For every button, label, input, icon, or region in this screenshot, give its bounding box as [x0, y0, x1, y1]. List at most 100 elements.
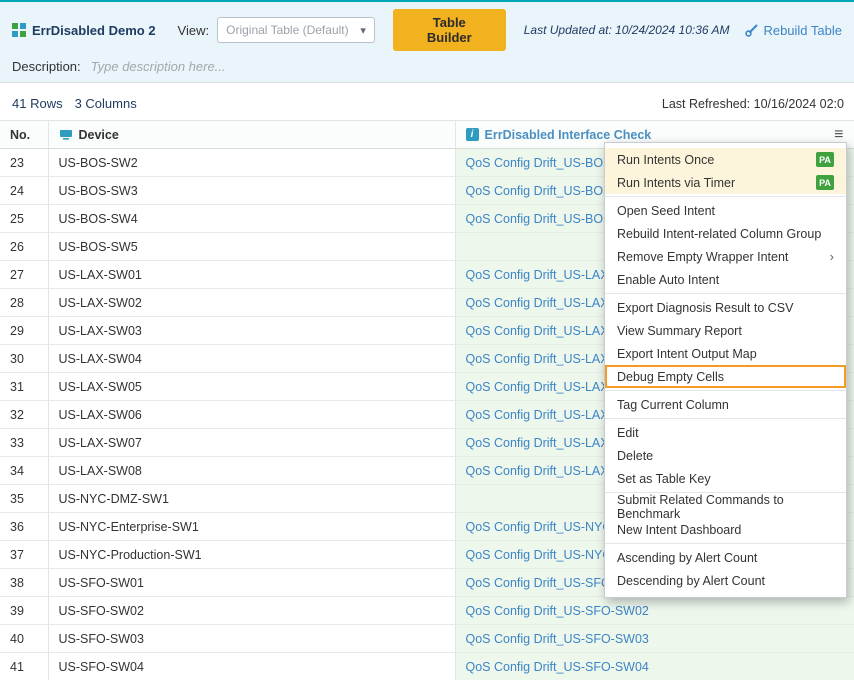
- device-cell: US-NYC-Production-SW1: [48, 541, 455, 569]
- device-cell: US-NYC-Enterprise-SW1: [48, 513, 455, 541]
- menu-item[interactable]: Export Intent Output Map: [605, 342, 846, 365]
- table-row[interactable]: 41US-SFO-SW04 QoS Config Drift_US-SFO-SW0…: [0, 653, 854, 680]
- column-menu-icon[interactable]: ≡: [834, 127, 843, 143]
- last-updated-text: Last Updated at: 10/24/2024 10:36 AM: [524, 23, 730, 37]
- menu-item[interactable]: View Summary Report: [605, 319, 846, 342]
- device-cell: US-SFO-SW04: [48, 653, 455, 680]
- check-cell: QoS Config Drift_US-SFO-SW04: [455, 653, 854, 680]
- row-number-cell: 35: [0, 485, 48, 513]
- table-icon: [12, 23, 26, 37]
- menu-item-label: View Summary Report: [617, 324, 742, 338]
- row-number-cell: 30: [0, 345, 48, 373]
- table-builder-button[interactable]: Table Builder: [393, 9, 506, 51]
- row-number-cell: 38: [0, 569, 48, 597]
- check-header-label: ErrDisabled Interface Check: [485, 128, 652, 142]
- view-select-dropdown[interactable]: Original Table (Default) ▾: [217, 17, 375, 43]
- row-number-cell: 31: [0, 373, 48, 401]
- device-cell: US-LAX-SW03: [48, 317, 455, 345]
- menu-item[interactable]: Ascending by Alert Count: [605, 546, 846, 569]
- intent-link[interactable]: QoS Config Drift_US-SFO-SW04: [466, 660, 649, 674]
- device-cell: US-BOS-SW4: [48, 205, 455, 233]
- device-cell: US-LAX-SW05: [48, 373, 455, 401]
- menu-group: Tag Current Column: [605, 391, 846, 419]
- menu-item[interactable]: Edit: [605, 421, 846, 444]
- table-row[interactable]: 39US-SFO-SW02QoS Config Drift_US-SFO-SW0…: [0, 597, 854, 625]
- title-wrap: ErrDisabled Demo 2: [12, 23, 156, 38]
- column-header-no[interactable]: No.: [0, 121, 48, 149]
- menu-item[interactable]: Descending by Alert Count: [605, 569, 846, 592]
- device-cell: US-SFO-SW01: [48, 569, 455, 597]
- rebuild-table-link: Rebuild Table: [763, 23, 842, 38]
- check-cell: QoS Config Drift_US-SFO-SW03: [455, 625, 854, 653]
- row-number-cell: 26: [0, 233, 48, 261]
- toolbar-row: ErrDisabled Demo 2 View: Original Table …: [0, 2, 854, 55]
- menu-item-label: Export Intent Output Map: [617, 347, 757, 361]
- menu-group: Open Seed Intent Rebuild Intent-related C…: [605, 197, 846, 294]
- menu-item-label: Rebuild Intent-related Column Group: [617, 227, 821, 241]
- description-row: Description: Type description here...: [0, 55, 854, 76]
- intent-link[interactable]: QoS Config Drift_US-SFO-SW02: [466, 604, 649, 618]
- menu-item[interactable]: New Intent Dashboard: [605, 518, 846, 541]
- menu-item-label: Submit Related Commands to Benchmark: [617, 493, 834, 521]
- menu-item-label: Open Seed Intent: [617, 204, 715, 218]
- menu-item[interactable]: Remove Empty Wrapper Intent›: [605, 245, 846, 268]
- row-number-cell: 36: [0, 513, 48, 541]
- menu-item[interactable]: Tag Current Column: [605, 393, 846, 416]
- menu-item[interactable]: Delete: [605, 444, 846, 467]
- device-cell: US-LAX-SW07: [48, 429, 455, 457]
- device-header-label: Device: [79, 128, 119, 142]
- last-refreshed-text: Last Refreshed: 10/16/2024 02:0: [662, 97, 844, 111]
- menu-item[interactable]: Run Intents Once PA: [605, 148, 846, 171]
- menu-item[interactable]: Enable Auto Intent: [605, 268, 846, 291]
- menu-item[interactable]: Submit Related Commands to Benchmark: [605, 495, 846, 518]
- row-number-cell: 40: [0, 625, 48, 653]
- menu-group: Ascending by Alert Count Descending by Al…: [605, 544, 846, 594]
- menu-item[interactable]: Debug Empty Cells: [605, 365, 846, 388]
- menu-item-label: New Intent Dashboard: [617, 523, 741, 537]
- menu-item-label: Remove Empty Wrapper Intent: [617, 250, 788, 264]
- row-number-cell: 27: [0, 261, 48, 289]
- description-input[interactable]: Type description here...: [91, 59, 226, 74]
- menu-item[interactable]: Rebuild Intent-related Column Group: [605, 222, 846, 245]
- device-cell: US-BOS-SW3: [48, 177, 455, 205]
- check-cell: QoS Config Drift_US-SFO-SW02: [455, 597, 854, 625]
- menu-item-label: Enable Auto Intent: [617, 273, 719, 287]
- menu-group: Submit Related Commands to Benchmark New …: [605, 493, 846, 544]
- menu-item-label: Tag Current Column: [617, 398, 729, 412]
- menu-item-label: Export Diagnosis Result to CSV: [617, 301, 793, 315]
- row-number-cell: 25: [0, 205, 48, 233]
- table-row[interactable]: 40US-SFO-SW03QoS Config Drift_US-SFO-SW0…: [0, 625, 854, 653]
- row-number-cell: 39: [0, 597, 48, 625]
- device-cell: US-BOS-SW2: [48, 149, 455, 177]
- menu-item[interactable]: Export Diagnosis Result to CSV: [605, 296, 846, 319]
- column-header-device[interactable]: Device: [48, 121, 455, 149]
- menu-item-label: Descending by Alert Count: [617, 574, 765, 588]
- device-cell: US-LAX-SW06: [48, 401, 455, 429]
- menu-item-label: Run Intents Once: [617, 153, 714, 167]
- menu-group: Run Intents Once PA Run Intents via TimerP…: [605, 146, 846, 197]
- table-summary-bar: 41 Rows 3 Columns Last Refreshed: 10/16/…: [0, 83, 854, 120]
- row-number-cell: 32: [0, 401, 48, 429]
- device-icon: [59, 129, 73, 141]
- columns-count: 3 Columns: [75, 96, 137, 111]
- device-cell: US-NYC-DMZ-SW1: [48, 485, 455, 513]
- device-cell: US-LAX-SW04: [48, 345, 455, 373]
- pa-badge-icon: PA: [816, 152, 834, 167]
- row-number-cell: 41: [0, 653, 48, 680]
- intent-link[interactable]: QoS Config Drift_US-SFO-SW03: [466, 632, 649, 646]
- menu-item[interactable]: Run Intents via TimerPA: [605, 171, 846, 194]
- menu-group: Export Diagnosis Result to CSV View Summa…: [605, 294, 846, 391]
- menu-group: EditDeleteSet as Table Key: [605, 419, 846, 493]
- top-toolbar: ErrDisabled Demo 2 View: Original Table …: [0, 2, 854, 83]
- view-label: View:: [178, 23, 210, 38]
- device-cell: US-LAX-SW08: [48, 457, 455, 485]
- rebuild-table-action[interactable]: Rebuild Table: [745, 23, 842, 38]
- menu-item-label: Run Intents via Timer: [617, 176, 735, 190]
- row-number-cell: 33: [0, 429, 48, 457]
- row-number-cell: 23: [0, 149, 48, 177]
- menu-item[interactable]: Set as Table Key: [605, 467, 846, 490]
- device-cell: US-BOS-SW5: [48, 233, 455, 261]
- row-number-cell: 29: [0, 317, 48, 345]
- device-cell: US-LAX-SW01: [48, 261, 455, 289]
- menu-item[interactable]: Open Seed Intent: [605, 199, 846, 222]
